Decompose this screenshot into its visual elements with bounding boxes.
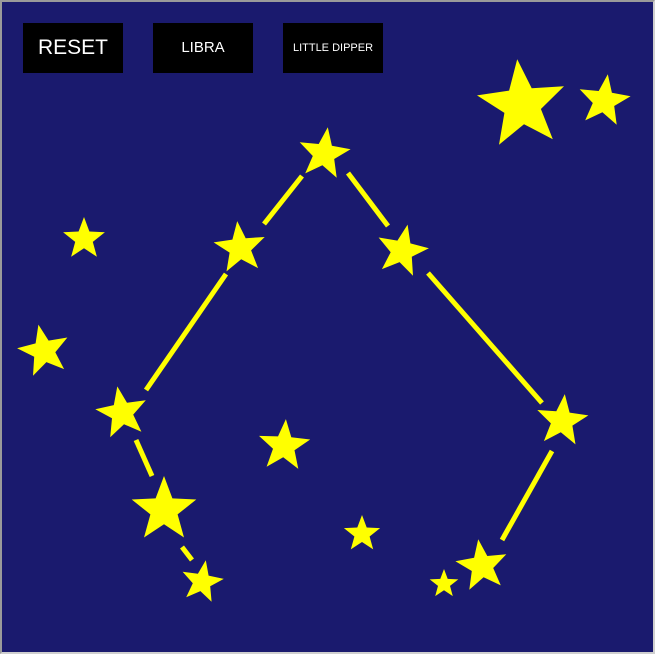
game-stage: RESET LIBRA LITTLE DIPPER: [0, 0, 655, 654]
libra-button[interactable]: LIBRA: [153, 23, 253, 73]
little-dipper-button[interactable]: LITTLE DIPPER: [283, 23, 383, 73]
reset-button[interactable]: RESET: [23, 23, 123, 73]
night-sky: [2, 2, 653, 652]
sky-background: [2, 2, 653, 652]
